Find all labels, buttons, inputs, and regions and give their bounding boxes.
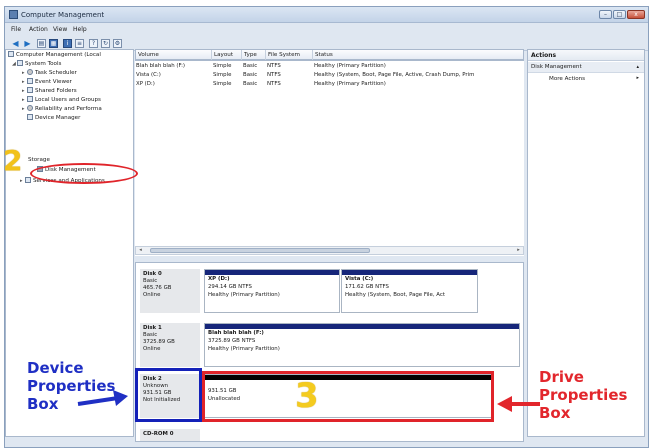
annotation-step-3: 3 bbox=[295, 376, 319, 416]
tree-item-reliability[interactable]: ▸ Reliability and Performa bbox=[22, 105, 102, 114]
submenu-arrow-icon[interactable]: ▸ bbox=[636, 75, 639, 81]
list-view-icon[interactable]: ≡ bbox=[75, 39, 84, 48]
column-header-layout[interactable]: Layout bbox=[212, 50, 242, 60]
tree-item-device-manager[interactable]: Device Manager bbox=[27, 114, 80, 123]
close-button[interactable]: x bbox=[627, 10, 645, 19]
gauge-icon bbox=[27, 105, 33, 111]
minimize-button[interactable]: – bbox=[599, 10, 612, 19]
tree-item-event-viewer[interactable]: ▸ Event Viewer bbox=[22, 78, 72, 87]
volume-blah[interactable]: Blah blah blah (F:) 3725.89 GB NTFS Heal… bbox=[204, 323, 520, 367]
more-actions-link[interactable]: More Actions bbox=[549, 75, 585, 83]
computer-icon bbox=[8, 51, 14, 57]
menu-bar: File Action View Help bbox=[5, 24, 648, 35]
disk-name: Disk 1 bbox=[143, 325, 162, 331]
show-hide-tree-icon[interactable]: ▦ bbox=[49, 39, 58, 48]
annotation-ellipse-disk-management bbox=[30, 163, 138, 184]
column-header-type[interactable]: Type bbox=[242, 50, 266, 60]
column-header-status[interactable]: Status bbox=[313, 50, 524, 60]
collapse-arrow-icon[interactable]: ▴ bbox=[636, 62, 639, 73]
column-header-volume[interactable]: Volume bbox=[136, 50, 212, 60]
forward-arrow-icon[interactable]: ▶ bbox=[23, 39, 32, 48]
tree-item-computer-management[interactable]: Computer Management (Local bbox=[8, 51, 101, 60]
tree-item-system-tools[interactable]: ◢ System Tools bbox=[12, 60, 61, 69]
event-icon bbox=[27, 78, 33, 84]
annotation-step-2: 2 bbox=[3, 144, 23, 177]
disk-name: CD-ROM 0 bbox=[143, 431, 174, 437]
scrollbar-thumb[interactable] bbox=[150, 248, 370, 253]
up-folder-icon[interactable]: ▤ bbox=[37, 39, 46, 48]
column-header-file-system[interactable]: File System bbox=[266, 50, 313, 60]
properties-icon[interactable]: i bbox=[63, 39, 72, 48]
scroll-right-icon[interactable]: ▸ bbox=[515, 247, 522, 254]
refresh-icon[interactable]: ↻ bbox=[101, 39, 110, 48]
menu-view[interactable]: View bbox=[53, 26, 67, 33]
volume-list: Blah blah blah (F:) Simple Basic NTFS He… bbox=[135, 60, 524, 256]
services-icon bbox=[25, 177, 31, 183]
title-bar: Computer Management – □ x bbox=[5, 7, 648, 23]
disk-name: Disk 0 bbox=[143, 271, 162, 277]
actions-header: Actions bbox=[528, 50, 644, 61]
tree-item-task-scheduler[interactable]: ▸ Task Scheduler bbox=[22, 69, 77, 78]
annotation-drive-properties-box bbox=[202, 371, 494, 422]
menu-file[interactable]: File bbox=[11, 26, 21, 33]
window-title: Computer Management bbox=[21, 11, 105, 19]
folder-icon bbox=[27, 87, 33, 93]
menu-help[interactable]: Help bbox=[73, 26, 87, 33]
volume-list-header: Volume Layout Type File System Status bbox=[135, 49, 524, 60]
tree-item-local-users[interactable]: ▸ Local Users and Groups bbox=[22, 96, 101, 105]
actions-section-disk-management[interactable]: Disk Management ▴ bbox=[528, 62, 644, 73]
disk-0-properties[interactable]: Disk 0 Basic 465.76 GB Online bbox=[140, 269, 200, 313]
tools-icon bbox=[17, 60, 23, 66]
device-icon bbox=[27, 114, 33, 120]
annotation-label-device-properties: Device Properties Box bbox=[27, 359, 116, 413]
annotation-device-properties-box bbox=[135, 368, 202, 422]
disk-1-properties[interactable]: Disk 1 Basic 3725.89 GB Online bbox=[140, 323, 200, 367]
tree-item-shared-folders[interactable]: ▸ Shared Folders bbox=[22, 87, 77, 96]
clock-icon bbox=[27, 69, 33, 75]
cdrom-0-properties[interactable]: CD-ROM 0 bbox=[140, 429, 200, 441]
volume-xp[interactable]: XP (D:) 294.14 GB NTFS Healthy (Primary … bbox=[204, 269, 340, 313]
help-icon[interactable]: ? bbox=[89, 39, 98, 48]
tree-item-storage[interactable]: Storage bbox=[28, 156, 50, 165]
menu-action[interactable]: Action bbox=[29, 26, 48, 33]
annotation-label-drive-properties: Drive Properties Box bbox=[539, 368, 628, 422]
volume-vista[interactable]: Vista (C:) 171.62 GB NTFS Healthy (Syste… bbox=[341, 269, 478, 313]
users-icon bbox=[27, 96, 33, 102]
horizontal-scrollbar[interactable]: ◂ ▸ bbox=[135, 246, 524, 255]
computer-management-icon bbox=[9, 10, 18, 19]
settings-icon[interactable]: ⚙ bbox=[113, 39, 122, 48]
scroll-left-icon[interactable]: ◂ bbox=[137, 247, 144, 254]
back-arrow-icon[interactable]: ◀ bbox=[11, 39, 20, 48]
maximize-button[interactable]: □ bbox=[613, 10, 626, 19]
